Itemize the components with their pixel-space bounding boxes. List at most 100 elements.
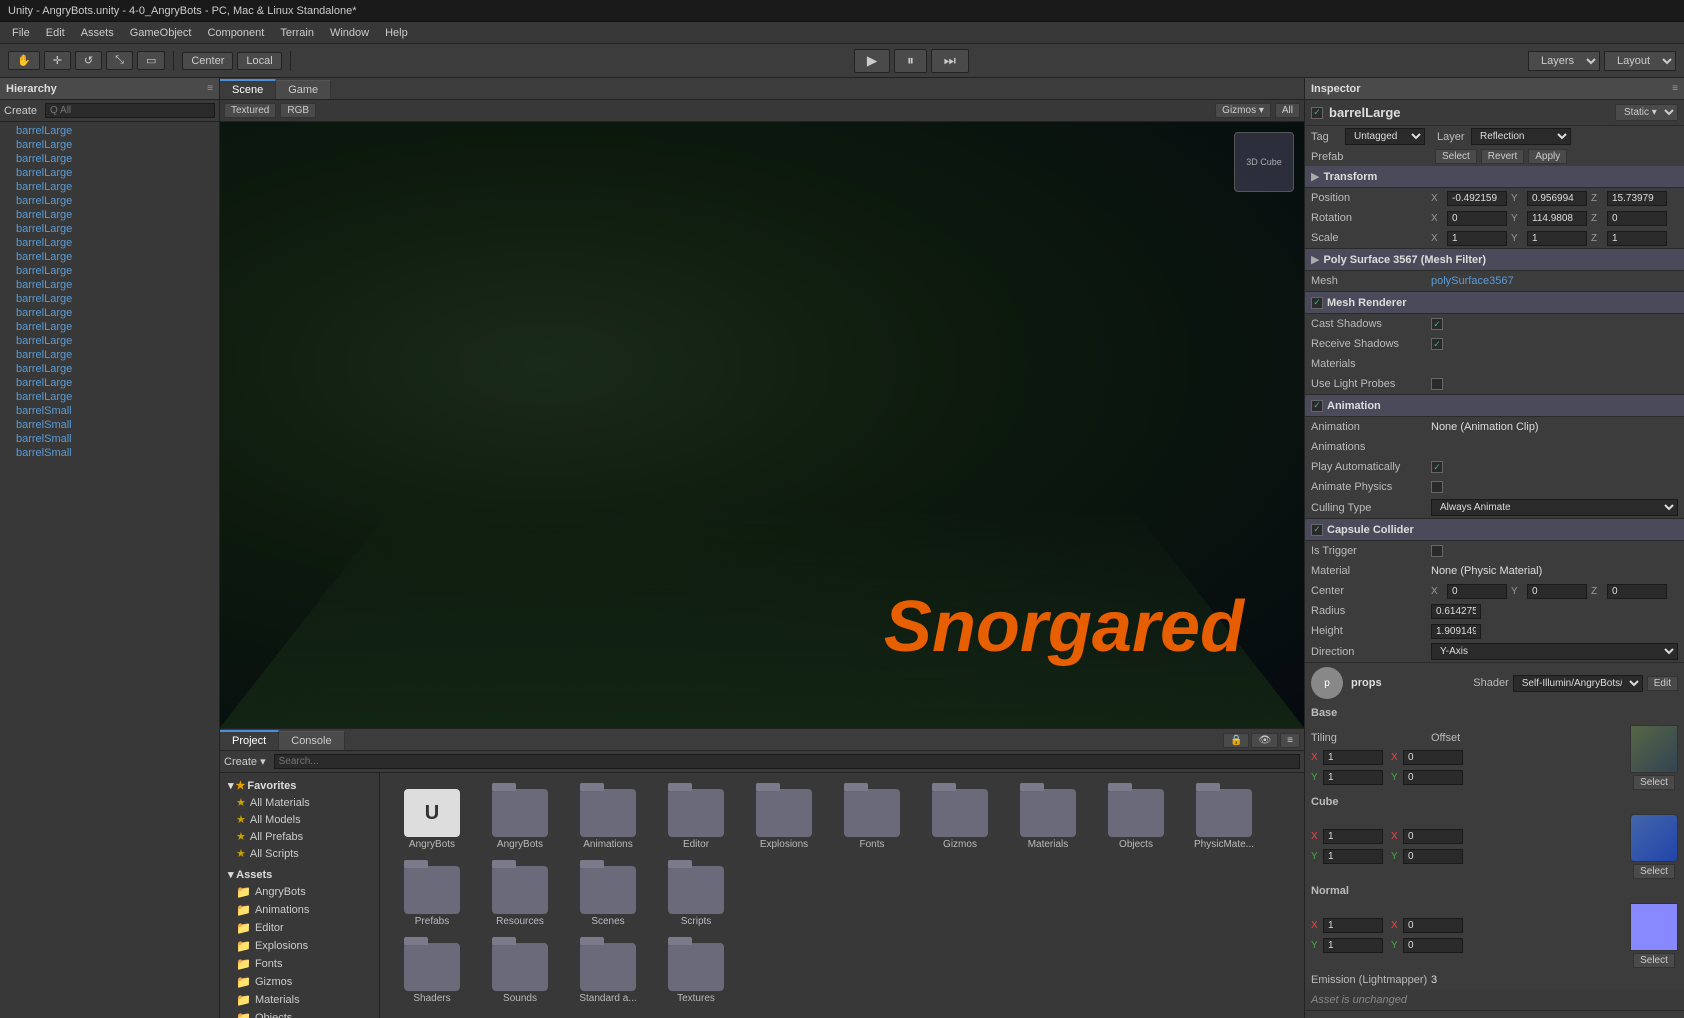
receive-shadows-checkbox[interactable]	[1431, 338, 1443, 350]
asset-sounds[interactable]: Sounds	[480, 939, 560, 1008]
pivot-button[interactable]: Center	[182, 52, 233, 70]
scale-tool[interactable]: ⤡	[106, 51, 133, 70]
is-trigger-checkbox[interactable]	[1431, 545, 1443, 557]
asset-angrybots-folder[interactable]: AngryBots	[480, 785, 560, 854]
base-select-btn[interactable]: Select	[1633, 775, 1675, 790]
pos-x-input[interactable]	[1447, 191, 1507, 206]
tab-scene[interactable]: Scene	[220, 79, 276, 99]
list-item[interactable]: barrelLarge	[0, 278, 219, 292]
menu-edit[interactable]: Edit	[38, 25, 73, 41]
asset-materials[interactable]: Materials	[1008, 785, 1088, 854]
cube-offset-y-input[interactable]	[1403, 849, 1463, 864]
list-item[interactable]: barrelLarge	[0, 124, 219, 138]
list-item[interactable]: barrelLarge	[0, 194, 219, 208]
all-btn[interactable]: All	[1275, 103, 1300, 118]
cube-tile-x-input[interactable]	[1323, 829, 1383, 844]
base-tile-y-input[interactable]	[1323, 770, 1383, 785]
asset-animations[interactable]: Animations	[568, 785, 648, 854]
proj-angrybots[interactable]: 📁 AngryBots	[220, 883, 379, 901]
list-item[interactable]: barrelLarge	[0, 390, 219, 404]
asset-editor[interactable]: Editor	[656, 785, 736, 854]
normal-select-btn[interactable]: Select	[1633, 953, 1675, 968]
tab-project[interactable]: Project	[220, 730, 279, 750]
proj-explosions[interactable]: 📁 Explosions	[220, 937, 379, 955]
step-button[interactable]: ⏭	[931, 49, 969, 73]
asset-shaders[interactable]: Shaders	[392, 939, 472, 1008]
center-x-input[interactable]	[1447, 584, 1507, 599]
capsule-collider-toggle[interactable]	[1311, 524, 1323, 536]
list-item[interactable]: barrelLarge	[0, 152, 219, 166]
rot-y-input[interactable]	[1527, 211, 1587, 226]
list-item[interactable]: barrelSmall	[0, 418, 219, 432]
prefab-revert-btn[interactable]: Revert	[1481, 149, 1524, 164]
play-auto-checkbox[interactable]	[1431, 461, 1443, 473]
rot-z-input[interactable]	[1607, 211, 1667, 226]
list-item[interactable]: barrelLarge	[0, 292, 219, 306]
rot-x-input[interactable]	[1447, 211, 1507, 226]
asset-scenes[interactable]: Scenes	[568, 862, 648, 931]
culling-type-dropdown[interactable]: Always Animate	[1431, 499, 1678, 516]
direction-dropdown[interactable]: Y-Axis	[1431, 643, 1678, 660]
list-item[interactable]: barrelLarge	[0, 306, 219, 320]
animation-toggle[interactable]	[1311, 400, 1323, 412]
prefab-select-btn[interactable]: Select	[1435, 149, 1477, 164]
pause-button[interactable]: ⏸	[894, 49, 927, 73]
scale-z-input[interactable]	[1607, 231, 1667, 246]
rotate-tool[interactable]: ↺	[75, 51, 102, 70]
cube-offset-x-input[interactable]	[1403, 829, 1463, 844]
proj-gizmos[interactable]: 📁 Gizmos	[220, 973, 379, 991]
proj-all-scripts[interactable]: ★ All Scripts	[220, 845, 379, 862]
list-item[interactable]: barrelLarge	[0, 166, 219, 180]
list-item[interactable]: barrelSmall	[0, 432, 219, 446]
list-item[interactable]: barrelLarge	[0, 376, 219, 390]
list-item[interactable]: barrelLarge	[0, 250, 219, 264]
center-y-input[interactable]	[1527, 584, 1587, 599]
list-item[interactable]: barrelLarge	[0, 222, 219, 236]
shader-edit-btn[interactable]: Edit	[1647, 676, 1678, 691]
proj-all-prefabs[interactable]: ★ All Prefabs	[220, 828, 379, 845]
normal-tile-x-input[interactable]	[1323, 918, 1383, 933]
asset-gizmos[interactable]: Gizmos	[920, 785, 1000, 854]
asset-standard[interactable]: Standard a...	[568, 939, 648, 1008]
asset-physic[interactable]: PhysicMate...	[1184, 785, 1264, 854]
proj-materials[interactable]: 📁 Materials	[220, 991, 379, 1009]
pos-y-input[interactable]	[1527, 191, 1587, 206]
proj-lock-btn[interactable]: 🔒	[1223, 733, 1249, 748]
radius-input[interactable]	[1431, 604, 1481, 619]
animation-header[interactable]: Animation	[1305, 395, 1684, 417]
list-item[interactable]: barrelLarge	[0, 320, 219, 334]
asset-textures[interactable]: Textures	[656, 939, 736, 1008]
menu-help[interactable]: Help	[377, 25, 416, 41]
assets-section[interactable]: ▾ Assets	[220, 866, 379, 883]
base-offset-x-input[interactable]	[1403, 750, 1463, 765]
animate-physics-checkbox[interactable]	[1431, 481, 1443, 493]
asset-objects[interactable]: Objects	[1096, 785, 1176, 854]
menu-window[interactable]: Window	[322, 25, 377, 41]
cube-select-btn[interactable]: Select	[1633, 864, 1675, 879]
project-search[interactable]	[274, 754, 1300, 769]
list-item[interactable]: barrelLarge	[0, 362, 219, 376]
list-item[interactable]: barrelLarge	[0, 180, 219, 194]
menu-terrain[interactable]: Terrain	[272, 25, 322, 41]
list-item[interactable]: barrelLarge	[0, 236, 219, 250]
hierarchy-search[interactable]	[45, 103, 215, 118]
pos-z-input[interactable]	[1607, 191, 1667, 206]
menu-component[interactable]: Component	[199, 25, 272, 41]
hand-tool[interactable]: ✋	[8, 51, 40, 70]
proj-editor[interactable]: 📁 Editor	[220, 919, 379, 937]
menu-file[interactable]: File	[4, 25, 38, 41]
list-item[interactable]: barrelLarge	[0, 208, 219, 222]
scale-y-input[interactable]	[1527, 231, 1587, 246]
asset-resources[interactable]: Resources	[480, 862, 560, 931]
favorites-section[interactable]: ▾ ★ Favorites	[220, 777, 379, 794]
proj-fonts[interactable]: 📁 Fonts	[220, 955, 379, 973]
list-item[interactable]: barrelSmall	[0, 404, 219, 418]
hier-create-label[interactable]: Create	[4, 105, 37, 117]
list-item[interactable]: barrelLarge	[0, 138, 219, 152]
proj-all-materials[interactable]: ★ All Materials	[220, 794, 379, 811]
normal-offset-x-input[interactable]	[1403, 918, 1463, 933]
mesh-filter-header[interactable]: ▶ Poly Surface 3567 (Mesh Filter)	[1305, 249, 1684, 271]
capsule-collider-header[interactable]: Capsule Collider	[1305, 519, 1684, 541]
proj-objects[interactable]: 📁 Objects	[220, 1009, 379, 1018]
layers-dropdown[interactable]: Layers	[1528, 51, 1600, 71]
